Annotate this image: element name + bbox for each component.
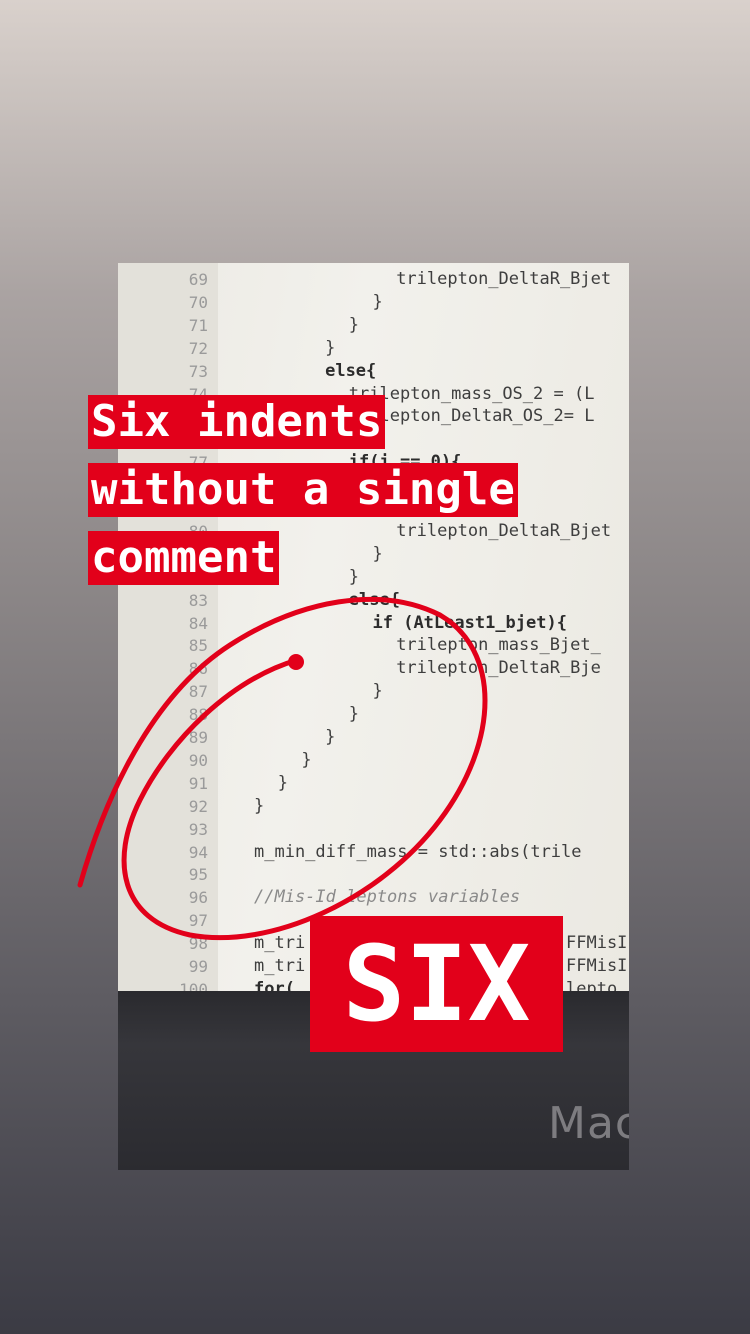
code-text: }: [301, 749, 312, 770]
code-text: }: [325, 727, 336, 747]
code-line: 85 trilepton_mass_Bjet_: [118, 634, 629, 657]
code-text: }: [348, 314, 360, 335]
line-number: 94: [188, 842, 208, 862]
code-text: }: [348, 704, 360, 725]
code-line: 93: [118, 818, 629, 841]
code-line: 96 //Mis-Id leptons variables: [118, 886, 629, 909]
line-number: 99: [188, 957, 208, 976]
code-text: }: [372, 681, 383, 702]
line-number: 89: [188, 728, 208, 747]
code-text: trilepton_DeltaR_Bjet: [396, 520, 612, 541]
code-text: }: [325, 337, 336, 358]
code-text: m_tri: [254, 956, 306, 976]
code-line: 86 trilepton_DeltaR_Bje: [118, 657, 629, 680]
code-text: trilepton_DeltaR_OS_2= L: [348, 406, 595, 427]
line-number: 92: [188, 796, 208, 816]
code-text: trilepton_DeltaR_Bje: [396, 658, 601, 679]
code-line: 90}: [118, 749, 629, 772]
code-line: 94 m_min_diff_mass = std::abs(trile: [118, 841, 629, 864]
code-line: 95: [118, 863, 629, 886]
code-line: 84 if (AtLeast1_bjet){: [118, 612, 629, 635]
code-line: 91}: [118, 772, 629, 795]
line-number: 70: [188, 292, 208, 312]
line-number: 91: [188, 773, 208, 793]
code-line: 69 trilepton_DeltaR_Bjet: [118, 268, 629, 291]
caption-line-1: Six indents: [88, 395, 386, 449]
code-text: m_min_diff_mass = std::abs(trile: [254, 841, 582, 862]
code-line: 92}: [118, 795, 629, 818]
code-text: m_tri: [254, 933, 306, 954]
code-text: //Mis-Id leptons variables: [254, 887, 521, 908]
code-text: trilepton_mass_OS_2 = (L: [348, 383, 595, 404]
line-number: 97: [188, 911, 208, 931]
code-text: }: [254, 795, 265, 816]
caption-line-3: comment: [88, 531, 280, 585]
line-number: 84: [188, 613, 208, 633]
line-number: 71: [188, 315, 208, 335]
code-text: trilepton_mass_Bjet_: [396, 635, 601, 656]
line-number: 72: [188, 338, 208, 358]
code-text: }: [372, 291, 383, 312]
code-line: 89}: [118, 726, 629, 749]
code-text: }: [348, 566, 360, 587]
line-number: 95: [188, 865, 208, 885]
code-line: 70}: [118, 291, 629, 314]
laptop-brand-label: Mac: [548, 1098, 629, 1149]
code-line: 73 else{: [118, 360, 629, 383]
code-line: 83 else{: [118, 589, 629, 612]
code-text: trilepton_DeltaR_Bjet: [396, 269, 612, 289]
six-sticker: SIX: [310, 916, 563, 1052]
line-number: 98: [188, 934, 208, 954]
code-text-fragment: FFMisI: [566, 933, 628, 954]
code-text: else{: [325, 360, 377, 381]
code-line: 71}: [118, 314, 629, 337]
line-number: 85: [188, 636, 208, 656]
code-line: 87}: [118, 680, 629, 703]
line-number: 69: [188, 270, 208, 289]
code-line: 88}: [118, 703, 629, 726]
line-number: 86: [188, 659, 208, 679]
code-text: if (AtLeast1_bjet){: [372, 612, 567, 633]
caption-line-2: without a single: [88, 463, 518, 517]
code-line: 72}: [118, 337, 629, 360]
code-text-fragment: FFMisI: [566, 956, 628, 976]
code-text: else{: [348, 589, 400, 610]
code-text: }: [372, 543, 383, 564]
line-number: 83: [188, 590, 208, 610]
line-number: 96: [188, 888, 208, 908]
code-editor-screen: 69 trilepton_DeltaR_Bjet 70} 71} 72} 73 else{7…: [118, 263, 629, 995]
line-number: 90: [188, 750, 208, 770]
line-number: 88: [188, 705, 208, 725]
line-number: 87: [188, 682, 208, 702]
code-text: }: [277, 772, 288, 793]
line-number: 73: [188, 361, 208, 381]
line-number: 93: [188, 819, 208, 839]
